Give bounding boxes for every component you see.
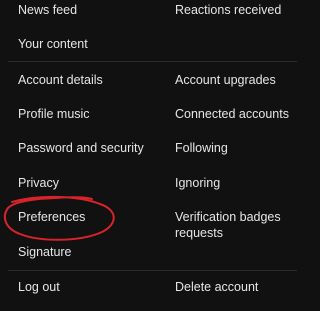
menu-item-verification-badges-requests[interactable]: Verification badges requests [175,209,295,241]
menu-divider [8,61,297,62]
menu-item-profile-music[interactable]: Profile music [18,106,90,122]
menu-item-ignoring[interactable]: Ignoring [175,175,220,191]
menu-item-reactions-received[interactable]: Reactions received [175,2,281,18]
menu-item-news-feed[interactable]: News feed [18,2,77,18]
menu-item-log-out[interactable]: Log out [18,279,60,295]
menu-divider [8,270,297,271]
menu-item-connected-accounts[interactable]: Connected accounts [175,106,289,122]
menu-item-your-content[interactable]: Your content [18,36,88,52]
menu-item-privacy[interactable]: Privacy [18,175,59,191]
menu-item-account-upgrades[interactable]: Account upgrades [175,72,276,88]
menu-item-password-security[interactable]: Password and security [18,140,144,156]
account-menu: News feed Reactions received Your conten… [0,0,305,311]
menu-item-account-details[interactable]: Account details [18,72,103,88]
menu-item-delete-account[interactable]: Delete account [175,279,258,295]
menu-item-following[interactable]: Following [175,140,228,156]
menu-item-signature[interactable]: Signature [18,244,72,260]
menu-item-preferences[interactable]: Preferences [18,209,85,225]
